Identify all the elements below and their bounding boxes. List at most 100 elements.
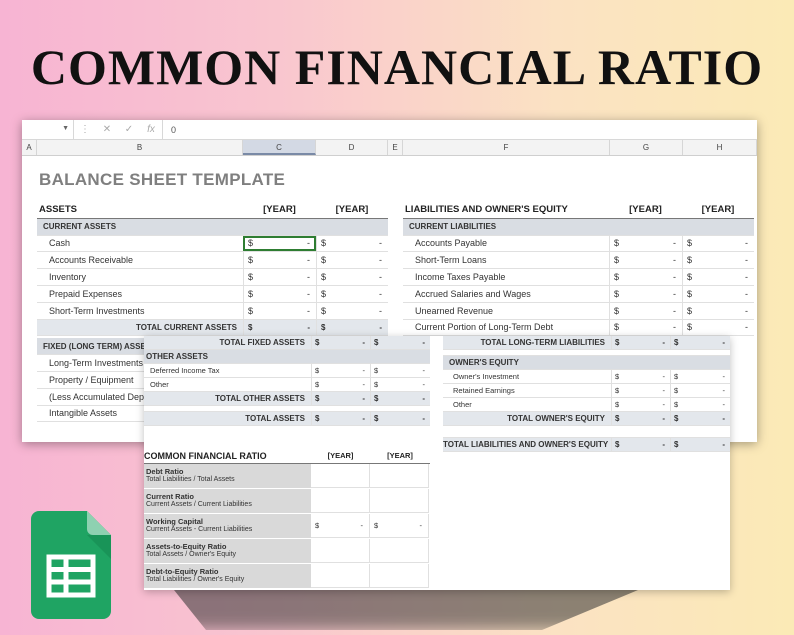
value-cell[interactable]: $ - [670, 336, 730, 349]
total-assets-label: TOTAL ASSETS [245, 414, 305, 423]
table-row: Owner's Investment $ - $ - [443, 370, 730, 384]
ratio-value-cell[interactable]: $ - [311, 514, 370, 538]
value-cell[interactable]: $ - [682, 252, 754, 269]
formula-input[interactable]: 0 [162, 120, 757, 139]
value-cell[interactable]: $ - [370, 412, 430, 425]
table-row: Short-Term Loans $ - $ - [403, 252, 754, 270]
ratio-row: Debt Ratio Total Liabilities / Total Asse… [144, 464, 430, 489]
total-row: TOTAL FIXED ASSETS $ - $ - [144, 336, 430, 350]
ratio-value-cell[interactable]: $ - [370, 514, 429, 538]
value-cell[interactable]: $ - [611, 336, 670, 349]
fx-icon[interactable]: fx [140, 124, 162, 135]
value-cell[interactable]: $ - [611, 412, 670, 425]
row-label: Retained Earnings [453, 386, 515, 395]
value-cell[interactable]: $ - [243, 269, 316, 285]
value-cell[interactable]: $ - [243, 285, 316, 302]
total-owners-equity-label: TOTAL OWNER'S EQUITY [507, 414, 605, 423]
value-cell[interactable]: $ - [370, 392, 430, 405]
value-cell[interactable]: $ - [670, 370, 730, 383]
ratio-value-cell[interactable] [370, 489, 429, 513]
chevron-down-icon[interactable]: ▼ [62, 125, 69, 132]
value-cell[interactable]: $ - [311, 392, 370, 405]
table-row: Unearned Revenue $ - $ - [403, 302, 754, 320]
value-cell[interactable]: $ - [670, 438, 730, 451]
year-header: [YEAR] [387, 451, 413, 460]
value-cell[interactable]: $ - [611, 398, 670, 411]
ratio-value-cell[interactable] [311, 464, 370, 488]
row-label: Unearned Revenue [415, 305, 494, 316]
value-cell[interactable]: $ - [311, 378, 370, 391]
value-cell[interactable]: $ - [243, 319, 316, 336]
cancel-icon[interactable]: ✕ [96, 124, 118, 135]
value-cell[interactable]: $ - [316, 319, 388, 336]
row-label: Short-Term Loans [415, 255, 487, 266]
column-header-c[interactable]: C [243, 140, 316, 155]
ratio-name: Working Capital [146, 517, 203, 526]
value-cell[interactable]: $ - [682, 235, 754, 252]
value-cell[interactable]: $ - [682, 269, 754, 285]
column-header-b[interactable]: B [37, 140, 243, 155]
total-fixed-assets-label: TOTAL FIXED ASSETS [219, 338, 306, 347]
value-cell[interactable]: $ - [611, 384, 670, 397]
column-header-f[interactable]: F [403, 140, 610, 155]
row-label: Cash [49, 238, 71, 249]
current-liabilities-header: CURRENT LIABILITIES [409, 222, 497, 232]
column-header-a[interactable]: A [22, 140, 37, 155]
year-header: [YEAR] [263, 204, 296, 216]
row-label: Accounts Payable [415, 238, 488, 249]
value-cell[interactable]: $ - [311, 364, 370, 377]
ratio-value-cell[interactable] [370, 564, 429, 588]
row-label: Accounts Receivable [49, 255, 134, 266]
value-cell[interactable]: $ - [311, 336, 370, 349]
total-long-term-liabilities-label: TOTAL LONG-TERM LIABILITIES [480, 338, 605, 347]
column-header-e[interactable]: E [388, 140, 403, 155]
column-header-d[interactable]: D [316, 140, 388, 155]
value-cell[interactable]: $ - [316, 235, 388, 252]
value-cell[interactable]: $ - [670, 398, 730, 411]
ratio-value-cell[interactable] [370, 539, 429, 563]
total-row: TOTAL LIABILITIES AND OWNER'S EQUITY $ - … [443, 438, 730, 452]
value-cell[interactable]: $ - [316, 285, 388, 302]
ratio-value-cell[interactable] [311, 539, 370, 563]
value-cell[interactable]: $ - [243, 302, 316, 319]
value-cell[interactable]: $ - [316, 269, 388, 285]
value-cell[interactable]: $ - [316, 252, 388, 269]
confirm-icon[interactable]: ✓ [118, 124, 140, 135]
value-cell[interactable]: $ - [609, 302, 682, 319]
row-label: Inventory [49, 272, 87, 283]
value-cell[interactable]: $ - [370, 336, 430, 349]
value-cell[interactable]: $ - [316, 302, 388, 319]
ratio-formula: Total Assets / Owner's Equity [146, 551, 237, 558]
value-cell[interactable]: $ - [609, 269, 682, 285]
active-cell[interactable]: $ - [243, 235, 316, 252]
total-other-assets-label: TOTAL OTHER ASSETS [215, 394, 305, 403]
value-cell[interactable]: $ - [609, 252, 682, 269]
row-label: Income Taxes Payable [415, 272, 506, 283]
ratio-formula: Current Assets - Current Liabilities [146, 526, 253, 533]
value-cell[interactable]: $ - [611, 438, 670, 451]
value-cell[interactable]: $ - [370, 378, 430, 391]
value-cell[interactable]: $ - [670, 412, 730, 425]
ratio-value-cell[interactable] [370, 464, 429, 488]
value-cell[interactable]: $ - [682, 302, 754, 319]
value-cell[interactable]: $ - [243, 252, 316, 269]
table-row: Accounts Receivable $ - $ - [37, 252, 388, 270]
value-cell[interactable]: $ - [311, 412, 370, 425]
value-cell[interactable]: $ - [370, 364, 430, 377]
value-cell[interactable]: $ - [609, 235, 682, 252]
name-box[interactable]: ▼ [22, 120, 74, 139]
value-cell[interactable]: $ - [670, 384, 730, 397]
value-cell[interactable]: $ - [682, 285, 754, 302]
column-header-g[interactable]: G [610, 140, 683, 155]
value-cell[interactable]: $ - [611, 370, 670, 383]
value-cell[interactable]: $ - [682, 319, 754, 336]
column-header-h[interactable]: H [683, 140, 757, 155]
row-label: Owner's Investment [453, 372, 520, 381]
table-row: Current Portion of Long-Term Debt $ - $ - [403, 319, 754, 337]
value-cell[interactable]: $ - [609, 285, 682, 302]
year-header: [YEAR] [335, 204, 369, 216]
overlay-sheet: TOTAL FIXED ASSETS $ - $ - OTHER ASSETS De… [144, 336, 730, 590]
value-cell[interactable]: $ - [609, 319, 682, 336]
ratio-value-cell[interactable] [311, 489, 370, 513]
ratio-value-cell[interactable] [311, 564, 370, 588]
